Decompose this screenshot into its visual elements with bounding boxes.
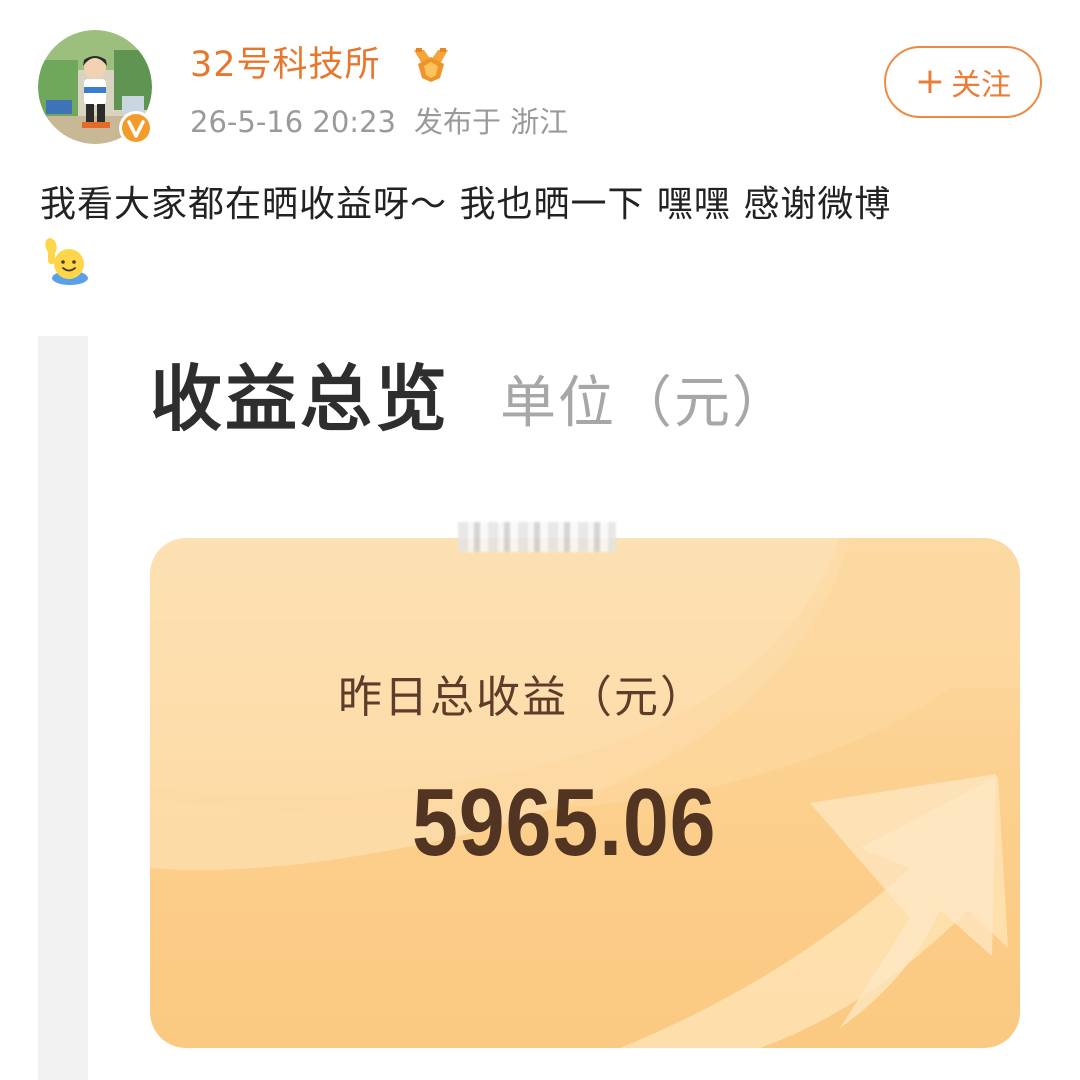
yesterday-earnings-card: 昨日总收益（元） 5965.06 bbox=[150, 538, 1020, 1048]
post-text: 我看大家都在晒收益呀～ 我也晒一下 嘿嘿 感谢微博 bbox=[40, 184, 892, 225]
image-left-strip bbox=[38, 336, 88, 1080]
plus-icon: + bbox=[914, 61, 946, 102]
earnings-overview-title: 收益总览 bbox=[150, 357, 451, 441]
post-meta: 26-5-16 20:23 发布于 浙江 bbox=[190, 102, 586, 142]
post-timestamp: 26-5-16 20:23 bbox=[190, 105, 396, 139]
yesterday-earnings-label: 昨日总收益（元） bbox=[338, 672, 706, 723]
weibo-post: 32号科技所 26-5-16 20:23 发布于 浙江 + 关注 我看大家都在晒收… bbox=[0, 0, 1080, 1080]
follow-button[interactable]: + 关注 bbox=[884, 46, 1042, 118]
earnings-screenshot-image[interactable]: 收益总览 单位（元） 昨日总收益（元） 5965.06 bbox=[38, 336, 1080, 1080]
waving-hand-emoji-icon bbox=[45, 238, 88, 285]
yesterday-earnings-amount: 5965.06 bbox=[412, 769, 717, 876]
verified-badge-icon bbox=[119, 111, 153, 145]
post-location: 发布于 浙江 bbox=[413, 105, 569, 139]
medal-icon[interactable] bbox=[410, 44, 452, 84]
author-name[interactable]: 32号科技所 bbox=[190, 42, 381, 88]
follow-label: 关注 bbox=[951, 68, 1012, 103]
blurred-text-strip bbox=[458, 522, 616, 552]
unit-label: 单位（元） bbox=[500, 371, 790, 436]
author-avatar-wrap[interactable] bbox=[38, 30, 156, 148]
